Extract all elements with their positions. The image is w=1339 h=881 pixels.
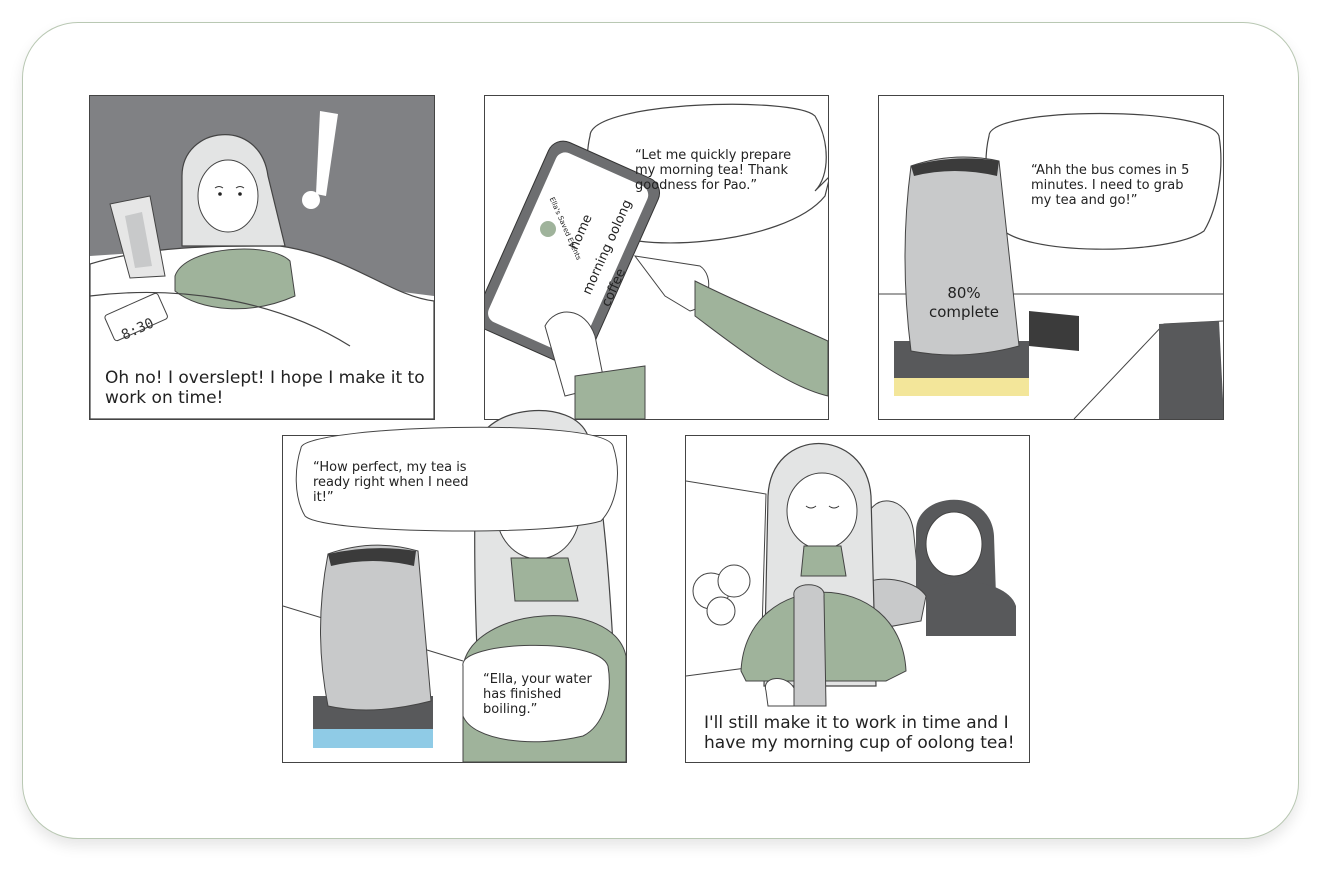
panel-tablet: “Let me quickly prepare my morning tea! …	[484, 95, 829, 420]
panel-overslept: 8:30 Oh no! I overslept! I hope I make i…	[89, 95, 435, 420]
progress-label: 80% complete	[928, 284, 1000, 321]
panel4-speech-bottom: “Ella, your water has finished boiling.”	[483, 672, 592, 717]
panel4-speech-top: “How perfect, my tea is ready right when…	[313, 460, 469, 505]
panel-tea-ready: “How perfect, my tea is ready right when…	[282, 409, 627, 763]
tablet-scene	[485, 103, 828, 419]
panel-commute: I'll still make it to work in time and I…	[685, 435, 1030, 763]
status-ring-yellow	[894, 378, 1029, 396]
panel-kettle-progress: “Ahh the bus comes in 5 minutes. I need …	[878, 95, 1224, 420]
panel5-caption: I'll still make it to work in time and I…	[704, 713, 1015, 753]
status-ring-blue	[313, 729, 433, 748]
panel2-speech: “Let me quickly prepare my morning tea! …	[635, 148, 792, 193]
panel1-caption: Oh no! I overslept! I hope I make it to …	[105, 368, 425, 408]
kettle-heating-scene	[879, 112, 1223, 419]
panel3-speech: “Ahh the bus comes in 5 minutes. I need …	[1031, 163, 1190, 208]
